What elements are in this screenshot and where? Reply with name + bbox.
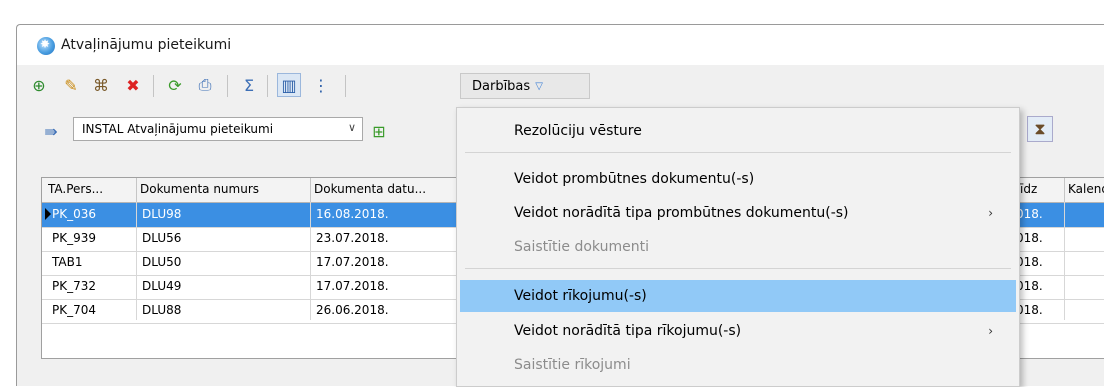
menu-item-create-typed-absence-document[interactable]: Veidot norādītā tipa prombūtnes dokument… bbox=[457, 198, 1019, 228]
delete-icon[interactable]: ✖ bbox=[121, 73, 145, 97]
add-icon[interactable]: ⊕ bbox=[27, 73, 51, 97]
cell-pers: PK_939 bbox=[52, 231, 97, 245]
print-icon[interactable]: ⎙ bbox=[193, 73, 217, 97]
cell-number: DLU98 bbox=[142, 207, 182, 221]
view-select[interactable]: INSTAL Atvaļinājumu pieteikumi ∨ bbox=[73, 117, 363, 141]
sum-icon[interactable]: Σ bbox=[237, 73, 261, 97]
cell-pers: TAB1 bbox=[52, 255, 83, 269]
toolbar-separator bbox=[153, 75, 154, 97]
menu-item-create-typed-order[interactable]: Veidot norādītā tipa rīkojumu(-s) › bbox=[457, 316, 1019, 346]
view-icon[interactable]: ⌘ bbox=[89, 73, 113, 97]
cell-date: 23.07.2018. bbox=[316, 231, 389, 245]
column-header-pers[interactable]: TA.Pers... bbox=[48, 182, 132, 196]
cell-number: DLU49 bbox=[142, 279, 182, 293]
window-title: Atvaļinājumu pieteikumi bbox=[61, 37, 232, 53]
chevron-right-icon: › bbox=[988, 324, 993, 338]
chevron-down-icon: ▽ bbox=[535, 80, 543, 92]
actions-dropdown-button[interactable]: Darbības ▽ bbox=[460, 73, 590, 99]
cell-pers: PK_704 bbox=[52, 303, 97, 317]
column-header-calendar[interactable]: Kalend bbox=[1068, 182, 1104, 196]
view-select-value: INSTAL Atvaļinājumu pieteikumi bbox=[82, 122, 274, 136]
cell-until: 018. bbox=[1016, 231, 1043, 245]
chevron-down-icon: ∨ bbox=[347, 121, 356, 134]
cell-pers: PK_732 bbox=[52, 279, 97, 293]
menu-item-label: Saistītie rīkojumi bbox=[514, 357, 631, 373]
cell-date: 26.06.2018. bbox=[316, 303, 389, 317]
menu-item-related-orders: Saistītie rīkojumi bbox=[457, 350, 1019, 380]
actions-menu: Rezolūciju vēsture Veidot prombūtnes dok… bbox=[456, 107, 1020, 387]
hourglass-icon[interactable]: ⧗ bbox=[1027, 116, 1053, 142]
cell-until: 018. bbox=[1016, 255, 1043, 269]
chevron-right-icon: › bbox=[988, 206, 993, 220]
cell-number: DLU56 bbox=[142, 231, 182, 245]
refresh-icon[interactable]: ⟳ bbox=[163, 73, 187, 97]
toolbar-separator bbox=[227, 75, 228, 97]
filter-icon[interactable]: ⇛ bbox=[39, 119, 63, 143]
cell-date: 17.07.2018. bbox=[316, 255, 389, 269]
grid-line bbox=[310, 202, 311, 320]
column-divider[interactable] bbox=[1064, 178, 1065, 202]
menu-item-create-absence-document[interactable]: Veidot prombūtnes dokumentu(-s) bbox=[457, 164, 1019, 194]
menu-item-label: Veidot prombūtnes dokumentu(-s) bbox=[514, 171, 755, 187]
menu-separator bbox=[465, 268, 1011, 269]
tree-icon[interactable]: ⋮ bbox=[309, 73, 333, 97]
cell-until: 018. bbox=[1016, 207, 1043, 221]
column-header-until[interactable]: īdz bbox=[1020, 182, 1060, 196]
cell-date: 16.08.2018. bbox=[316, 207, 389, 221]
cell-number: DLU88 bbox=[142, 303, 182, 317]
menu-item-related-documents: Saistītie dokumenti bbox=[457, 232, 1019, 262]
menu-item-resolution-history[interactable]: Rezolūciju vēsture bbox=[457, 116, 1019, 146]
cell-pers: PK_036 bbox=[52, 207, 97, 221]
columns-icon[interactable]: ▥ bbox=[277, 73, 301, 97]
toolbar-separator bbox=[267, 75, 268, 97]
row-indicator-icon bbox=[45, 208, 51, 220]
column-header-number[interactable]: Dokumenta numurs bbox=[140, 182, 310, 196]
menu-item-label: Veidot rīkojumu(-s) bbox=[514, 288, 647, 304]
menu-separator bbox=[465, 152, 1011, 153]
toolbar-separator bbox=[345, 75, 346, 97]
title-bar: Atvaļinājumu pieteikumi bbox=[17, 25, 1104, 65]
column-header-date[interactable]: Dokumenta datu... bbox=[314, 182, 454, 196]
edit-icon[interactable]: ✎ bbox=[59, 73, 83, 97]
cell-date: 17.07.2018. bbox=[316, 279, 389, 293]
menu-item-create-order[interactable]: Veidot rīkojumu(-s) bbox=[460, 280, 1016, 312]
menu-item-label: Veidot norādītā tipa prombūtnes dokument… bbox=[514, 205, 849, 221]
grid-line bbox=[1064, 202, 1065, 320]
app-icon bbox=[37, 37, 55, 55]
grid-line bbox=[136, 202, 137, 320]
menu-item-label: Rezolūciju vēsture bbox=[514, 123, 642, 139]
cell-number: DLU50 bbox=[142, 255, 182, 269]
menu-item-label: Veidot norādītā tipa rīkojumu(-s) bbox=[514, 323, 742, 339]
actions-label: Darbības bbox=[472, 78, 531, 94]
toolbar: ⊕ ✎ ⌘ ✖ ⟳ ⎙ Σ ▥ ⋮ Darbības ▽ bbox=[17, 69, 1104, 105]
menu-item-label: Saistītie dokumenti bbox=[514, 239, 649, 255]
column-divider[interactable] bbox=[136, 178, 137, 202]
cell-until: 018. bbox=[1016, 303, 1043, 317]
add-view-icon[interactable]: ⊞ bbox=[367, 119, 391, 143]
column-divider[interactable] bbox=[310, 178, 311, 202]
cell-until: 018. bbox=[1016, 279, 1043, 293]
